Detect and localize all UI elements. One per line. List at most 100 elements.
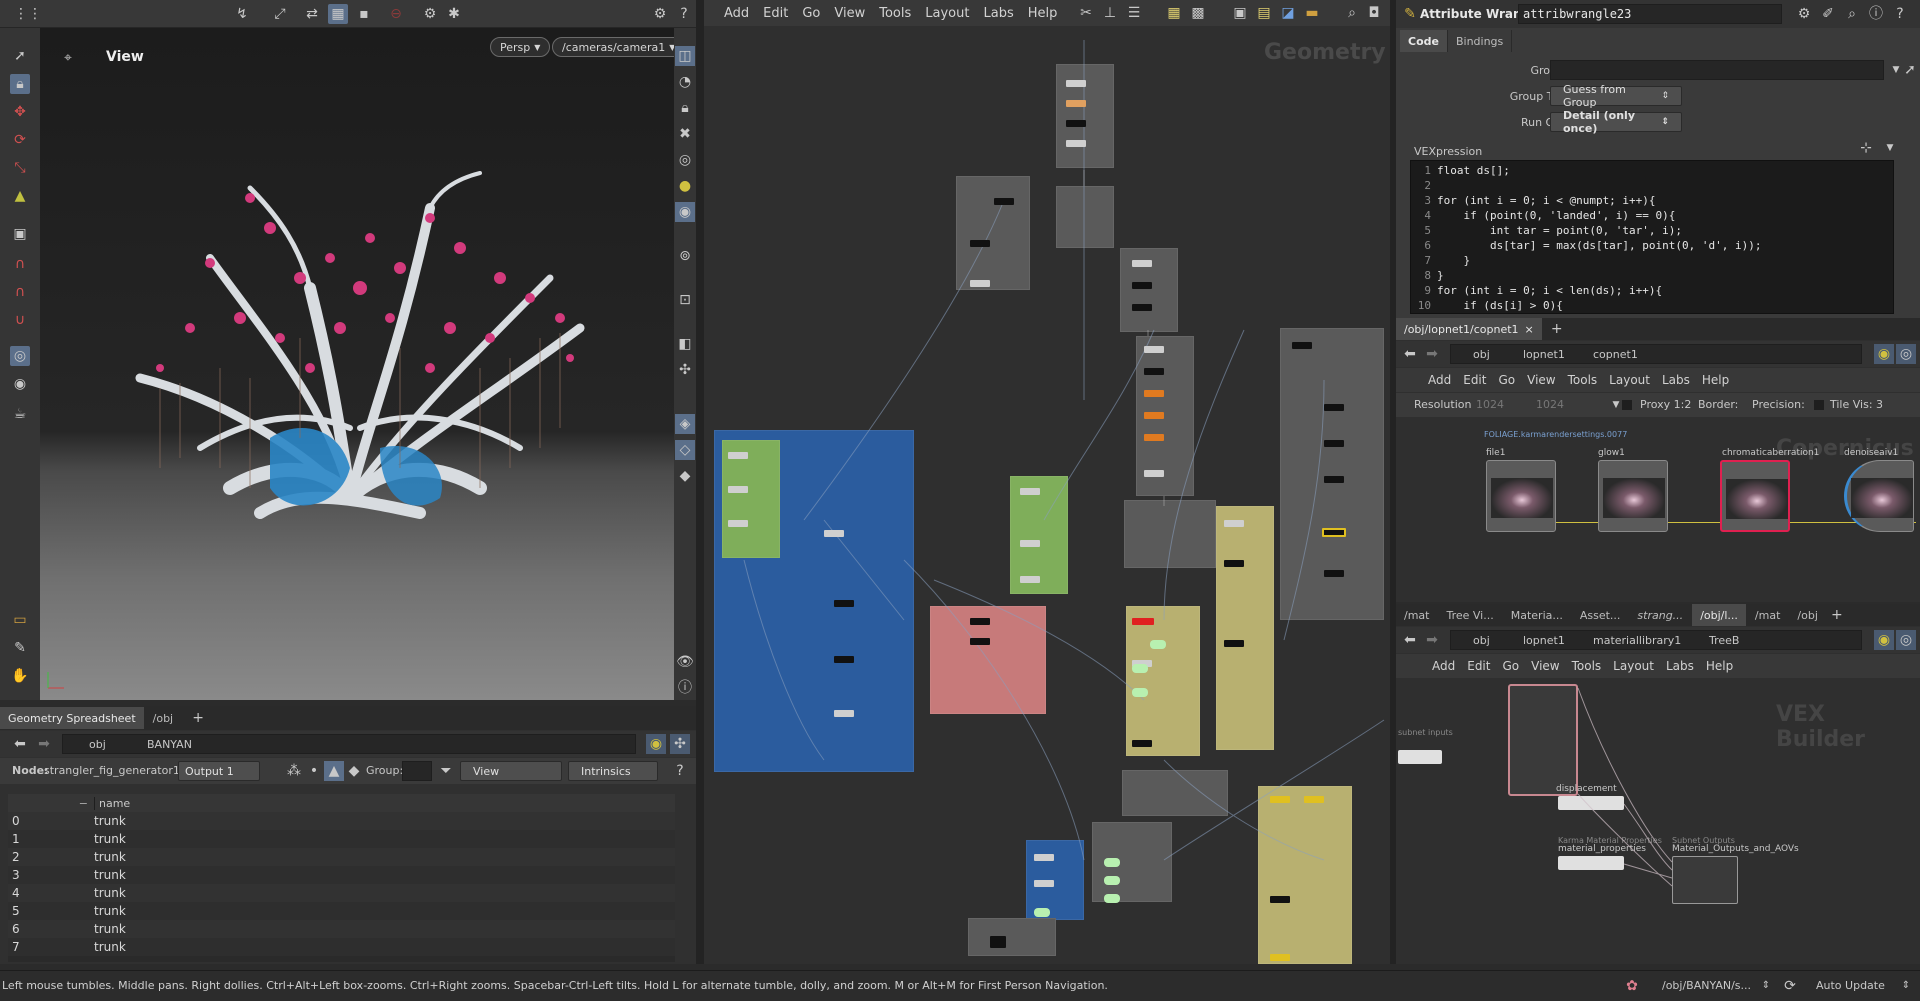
- code-line[interactable]: 7 }: [1411, 253, 1893, 268]
- sop-node[interactable]: [1034, 908, 1050, 917]
- table-row[interactable]: 4 trunk: [8, 884, 675, 902]
- sop-node[interactable]: [1104, 894, 1120, 903]
- rotate-tool-icon[interactable]: ⟳: [10, 130, 30, 150]
- select-arrow-icon[interactable]: ➚: [1900, 60, 1920, 80]
- select-tool-icon[interactable]: ➚: [10, 46, 30, 66]
- lock-icon[interactable]: 🔒︎: [10, 74, 30, 94]
- path-obj[interactable]: obj: [89, 738, 106, 751]
- group-type-menu[interactable]: Guess from Group ⇕: [1550, 83, 1682, 109]
- spreadsheet-path-field[interactable]: obj BANYAN: [62, 734, 636, 754]
- menu-edit[interactable]: Edit: [1463, 373, 1486, 387]
- vex-code-editor[interactable]: 1 float ds[]; 2 3 for (int i = 0; i < @numpt…: [1410, 160, 1894, 314]
- code-line[interactable]: 2: [1411, 178, 1893, 193]
- camera-menu[interactable]: /cameras/camera1 ▼: [552, 37, 674, 57]
- brush-icon[interactable]: ✋: [10, 666, 30, 686]
- status-path[interactable]: /obj/BANYAN/s...: [1662, 979, 1751, 992]
- sop-node[interactable]: [1132, 304, 1152, 311]
- close-icon[interactable]: ×: [1525, 323, 1534, 336]
- cop-node-chromatic[interactable]: [1720, 460, 1790, 532]
- sop-node[interactable]: [1322, 528, 1346, 537]
- transform-tool-icon[interactable]: ⇄: [302, 4, 322, 24]
- view-menu[interactable]: View: [460, 761, 562, 781]
- scene-viewport[interactable]: ⌖ View Persp ▼ /cameras/camera1 ▼: [40, 28, 674, 700]
- lock-camera-icon[interactable]: 🔒︎: [675, 98, 695, 118]
- code-line[interactable]: 5 int tar = point(0, 'tar', i);: [1411, 223, 1893, 238]
- render-view-icon[interactable]: ◆: [675, 466, 695, 486]
- projection-menu[interactable]: Persp ▼: [490, 37, 551, 57]
- sop-node[interactable]: [970, 638, 990, 645]
- detail-mode-icon[interactable]: ◆: [344, 761, 364, 781]
- magnet-large-icon[interactable]: ∪: [10, 310, 30, 330]
- table-row[interactable]: 0 trunk: [8, 812, 675, 830]
- network-editor[interactable]: Add Edit Go View Tools Layout Labs Help …: [704, 0, 1390, 964]
- sop-node[interactable]: [1020, 540, 1040, 547]
- copnet-path-field[interactable]: obj lopnet1 copnet1: [1450, 344, 1862, 364]
- sop-node[interactable]: [1104, 858, 1120, 867]
- move-tool-icon[interactable]: ✥: [10, 102, 30, 122]
- sop-node[interactable]: [1020, 488, 1040, 495]
- sop-node[interactable]: [834, 600, 854, 607]
- search-icon[interactable]: ⌕: [1842, 4, 1862, 24]
- sop-node[interactable]: [1150, 640, 1166, 649]
- pane-divider-left[interactable]: [696, 0, 704, 964]
- brain-icon[interactable]: ✿: [1622, 976, 1642, 996]
- sop-node[interactable]: [1132, 260, 1152, 267]
- add-preset-icon[interactable]: ⊹: [1856, 138, 1876, 158]
- sop-node[interactable]: [1066, 140, 1086, 147]
- tab-copnet[interactable]: /obj/lopnet1/copnet1 ×: [1396, 318, 1543, 340]
- tab-obj[interactable]: /obj: [145, 707, 183, 729]
- primitives-mode-icon[interactable]: ▲: [324, 761, 344, 781]
- chevron-down-icon[interactable]: ▼: [1880, 138, 1900, 158]
- group-param-field[interactable]: [1550, 60, 1884, 80]
- sop-node[interactable]: [1324, 440, 1344, 447]
- points-mode-icon[interactable]: ⁂: [284, 761, 304, 781]
- resolution-width[interactable]: 1024: [1476, 398, 1504, 411]
- sop-node[interactable]: [834, 656, 854, 663]
- tab-bindings[interactable]: Bindings: [1448, 30, 1513, 52]
- sop-node[interactable]: [1144, 346, 1164, 353]
- sop-node[interactable]: [728, 486, 748, 493]
- scale-tool-icon[interactable]: ⤡: [10, 158, 30, 178]
- filter-icon[interactable]: ⏷: [436, 761, 456, 781]
- brush-icon[interactable]: ✐: [1818, 4, 1838, 24]
- table-row[interactable]: 6 trunk: [8, 920, 675, 938]
- snap-grid-icon[interactable]: ▦: [328, 4, 348, 24]
- table-row[interactable]: 2 trunk: [8, 848, 675, 866]
- sop-node[interactable]: [824, 530, 844, 537]
- sop-node[interactable]: [1270, 796, 1290, 803]
- tab-code[interactable]: Code: [1400, 30, 1448, 52]
- code-line[interactable]: 10 if (ds[i] > 0){: [1411, 298, 1893, 313]
- sop-node[interactable]: [1034, 854, 1054, 861]
- resolution-height[interactable]: 1024: [1536, 398, 1564, 411]
- sop-node[interactable]: [1132, 688, 1148, 697]
- view-tool-icon[interactable]: ◎: [10, 346, 30, 366]
- sop-node[interactable]: [834, 710, 854, 717]
- pin-icon[interactable]: ◉: [1874, 344, 1894, 364]
- snap-settings-icon[interactable]: ⚙: [420, 4, 440, 24]
- sop-node[interactable]: [1144, 434, 1164, 441]
- color-correct-icon[interactable]: ◈: [675, 414, 695, 434]
- path-obj[interactable]: obj: [1473, 348, 1490, 361]
- sop-node[interactable]: [970, 240, 990, 247]
- magnet-icon[interactable]: ∩: [10, 254, 30, 274]
- update-mode[interactable]: Auto Update: [1816, 979, 1885, 992]
- menu-labs[interactable]: Labs: [1662, 373, 1690, 387]
- group-field[interactable]: [402, 761, 432, 781]
- column-header-name[interactable]: name: [94, 796, 178, 810]
- sop-node[interactable]: [1020, 576, 1040, 583]
- display-options-icon[interactable]: ◫: [675, 46, 695, 66]
- add-tab-icon[interactable]: +: [1547, 319, 1567, 339]
- cop-node-glow[interactable]: [1598, 460, 1668, 532]
- sop-node[interactable]: [1144, 412, 1164, 419]
- code-line[interactable]: 6 ds[tar] = max(ds[tar], point(0, 'd', i…: [1411, 238, 1893, 253]
- code-line[interactable]: 3 for (int i = 0; i < @numpt; i++){: [1411, 193, 1893, 208]
- pin-icon[interactable]: ◉: [646, 734, 666, 754]
- path-banyan[interactable]: BANYAN: [147, 738, 192, 751]
- table-row[interactable]: 7 trunk: [8, 938, 675, 956]
- proxy-checkbox[interactable]: [1622, 400, 1632, 410]
- sop-node[interactable]: [1224, 520, 1244, 527]
- background-icon[interactable]: ◧: [675, 334, 695, 354]
- sop-node[interactable]: [728, 520, 748, 527]
- visibility-icon[interactable]: ◔: [675, 72, 695, 92]
- construction-plane-icon[interactable]: ✱: [444, 4, 464, 24]
